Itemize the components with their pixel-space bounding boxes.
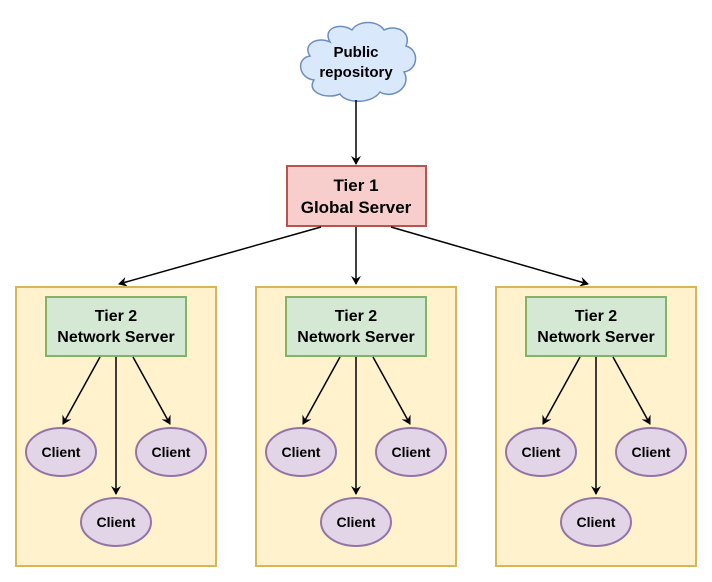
client-node[interactable]: Client bbox=[505, 427, 577, 477]
network-group-2: Tier 2 Network Server Client Client Clie… bbox=[255, 286, 457, 567]
tier2-label-line1: Tier 2 bbox=[575, 308, 618, 325]
client-node[interactable]: Client bbox=[80, 497, 152, 547]
client-label: Client bbox=[97, 514, 136, 530]
client-node[interactable]: Client bbox=[560, 497, 632, 547]
tier1-global-server[interactable]: Tier 1 Global Server bbox=[286, 165, 427, 227]
tier2-label-line2: Network Server bbox=[57, 329, 174, 346]
repository-label-line1: Public bbox=[333, 44, 378, 61]
tier1-label-line1: Tier 1 bbox=[333, 176, 378, 195]
client-label: Client bbox=[152, 444, 191, 460]
client-node[interactable]: Client bbox=[265, 427, 337, 477]
tier2-network-server[interactable]: Tier 2 Network Server bbox=[45, 296, 187, 357]
tier2-label-line1: Tier 2 bbox=[335, 308, 378, 325]
client-label: Client bbox=[577, 514, 616, 530]
client-node[interactable]: Client bbox=[320, 497, 392, 547]
client-node[interactable]: Client bbox=[25, 427, 97, 477]
client-label: Client bbox=[632, 444, 671, 460]
network-group-3: Tier 2 Network Server Client Client Clie… bbox=[495, 286, 697, 567]
tier2-label-line2: Network Server bbox=[537, 329, 654, 346]
client-node[interactable]: Client bbox=[615, 427, 687, 477]
tier1-box bbox=[286, 165, 427, 227]
network-group-1: Tier 2 Network Server Client Client Clie… bbox=[15, 286, 217, 567]
edge-tier1-to-group-1 bbox=[118, 226, 322, 287]
tier1-label-line2: Global Server bbox=[301, 198, 412, 217]
diagram-canvas: Public repository Tier 1 Global Server T… bbox=[15, 21, 697, 567]
client-label: Client bbox=[392, 444, 431, 460]
tier2-network-server[interactable]: Tier 2 Network Server bbox=[285, 296, 427, 357]
tier2-box bbox=[285, 296, 427, 357]
client-label: Client bbox=[337, 514, 376, 530]
tier2-box bbox=[45, 296, 187, 357]
client-node[interactable]: Client bbox=[135, 427, 207, 477]
client-label: Client bbox=[42, 444, 81, 460]
tier2-network-server[interactable]: Tier 2 Network Server bbox=[525, 296, 667, 357]
edge-tier1-to-group-3 bbox=[390, 226, 589, 287]
cloud-shape bbox=[300, 21, 417, 102]
tier2-label-line2: Network Server bbox=[297, 329, 414, 346]
client-label: Client bbox=[522, 444, 561, 460]
tier2-box bbox=[525, 296, 667, 357]
repository-label-line2: repository bbox=[319, 64, 393, 81]
public-repository-cloud[interactable]: Public repository bbox=[300, 21, 417, 102]
tier2-label-line1: Tier 2 bbox=[95, 308, 138, 325]
client-node[interactable]: Client bbox=[375, 427, 447, 477]
client-label: Client bbox=[282, 444, 321, 460]
